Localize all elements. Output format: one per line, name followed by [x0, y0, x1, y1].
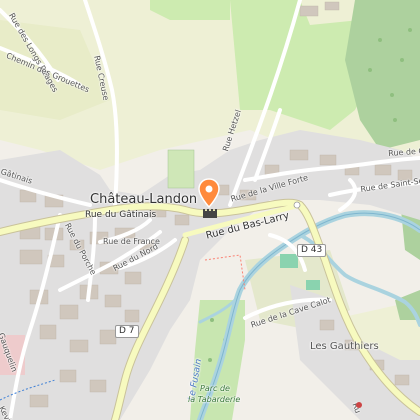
castle-icon: [202, 206, 218, 218]
sports-area: [306, 280, 320, 290]
hamlet-label: Les Gauthiers: [310, 341, 379, 352]
street-label: Rue du Gâtinais: [85, 210, 157, 220]
place-of-worship-icon: [356, 402, 362, 408]
junction-dot: [293, 201, 301, 209]
park-label: Parc de: [200, 384, 230, 393]
road-ref-d7: D 7: [115, 325, 139, 338]
map-view[interactable]: Rue des Longs Réages Chemin des Grouette…: [0, 0, 420, 420]
sports-area: [280, 254, 298, 268]
town-label: Château-Landon: [90, 192, 198, 207]
allotment-area: [167, 149, 195, 189]
road-ref-d43: D 43: [297, 244, 327, 257]
park-label: la Tabarderie: [188, 395, 241, 404]
map-pin-icon[interactable]: [198, 178, 220, 208]
